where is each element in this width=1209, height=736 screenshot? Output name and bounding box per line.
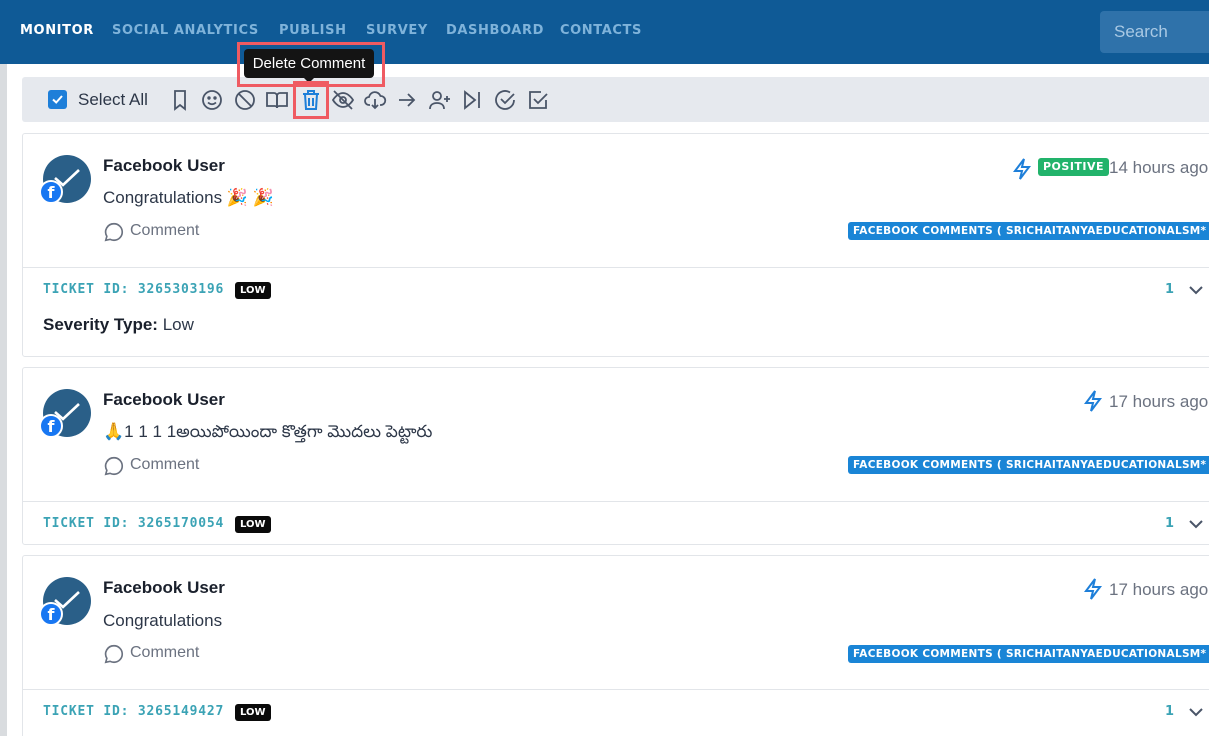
- chevron-down-icon[interactable]: [1186, 514, 1206, 534]
- chevron-down-icon[interactable]: [1186, 280, 1206, 300]
- facebook-icon: f: [39, 414, 63, 438]
- trash-icon-highlight-box: [293, 81, 329, 119]
- card-divider: [23, 689, 1209, 690]
- post-timestamp: 17 hours ago: [1109, 392, 1209, 411]
- sentiment-badge[interactable]: POSITIVE: [1038, 158, 1110, 176]
- lightning-icon[interactable]: [1082, 577, 1104, 601]
- nav-tab-dashboard[interactable]: DASHBOARD: [446, 23, 544, 38]
- smiley-icon[interactable]: [200, 88, 224, 112]
- select-all-label[interactable]: Select All: [78, 90, 148, 110]
- facebook-icon: f: [39, 602, 63, 626]
- comment-label: Comment: [130, 644, 200, 661]
- left-scroll-strip: [0, 64, 7, 736]
- user-plus-icon[interactable]: [428, 88, 452, 112]
- lightning-icon[interactable]: [1082, 389, 1104, 413]
- ticket-id[interactable]: TICKET ID: 3265303196: [43, 282, 224, 297]
- mention-card[interactable]: f Facebook User Congratulations 🎉 🎉 Comm…: [22, 133, 1209, 357]
- bookmark-icon[interactable]: [168, 88, 192, 112]
- card-divider: [23, 501, 1209, 502]
- severity-label: Severity Type:: [43, 315, 158, 334]
- comment-icon: [104, 222, 123, 242]
- post-message: 🙏1 1 1 1అయిపోయిందా కొత్తగా మొదలు పెట్టార…: [103, 422, 433, 441]
- author-name[interactable]: Facebook User: [103, 390, 225, 410]
- ticket-id[interactable]: TICKET ID: 3265149427: [43, 704, 224, 719]
- ticket-count: 1: [1165, 704, 1175, 719]
- mention-card[interactable]: f Facebook User Congratulations Comment …: [22, 555, 1209, 736]
- nav-tab-publish[interactable]: PUBLISH: [279, 23, 347, 38]
- severity-type: Severity Type: Low: [43, 315, 194, 335]
- mention-card[interactable]: f Facebook User 🙏1 1 1 1అయిపోయిందా కొత్త…: [22, 367, 1209, 545]
- source-tag: FACEBOOK COMMENTS ( SRICHAITANYAEDUCATIO…: [848, 222, 1209, 240]
- select-all-checkbox[interactable]: [48, 90, 67, 109]
- author-name[interactable]: Facebook User: [103, 578, 225, 598]
- arrow-right-icon[interactable]: [395, 88, 419, 112]
- post-message: Congratulations 🎉 🎉: [103, 188, 274, 207]
- priority-badge: LOW: [235, 282, 271, 299]
- comment-label: Comment: [130, 222, 200, 239]
- top-navigation-bar: MONITOR SOCIAL ANALYTICS PUBLISH SURVEY …: [0, 0, 1209, 64]
- cloud-download-icon[interactable]: [363, 88, 387, 112]
- author-name[interactable]: Facebook User: [103, 156, 225, 176]
- block-icon[interactable]: [233, 88, 257, 112]
- post-timestamp: 17 hours ago: [1109, 580, 1209, 599]
- post-message: Congratulations: [103, 611, 223, 630]
- check-square-icon[interactable]: [526, 88, 550, 112]
- comment-icon: [104, 456, 123, 476]
- book-open-icon[interactable]: [265, 88, 289, 112]
- nav-tab-survey[interactable]: SURVEY: [366, 23, 428, 38]
- facebook-icon: f: [39, 180, 63, 204]
- comment-button[interactable]: Comment: [103, 455, 223, 477]
- source-tag: FACEBOOK COMMENTS ( SRICHAITANYAEDUCATIO…: [848, 456, 1209, 474]
- card-divider: [23, 267, 1209, 268]
- nav-tab-monitor[interactable]: MONITOR: [20, 23, 94, 38]
- nav-tab-contacts[interactable]: CONTACTS: [560, 23, 642, 38]
- severity-value: Low: [162, 315, 194, 334]
- eye-off-icon[interactable]: [331, 88, 355, 112]
- priority-badge: LOW: [235, 704, 271, 721]
- comment-button[interactable]: Comment: [103, 221, 223, 243]
- comment-label: Comment: [130, 456, 200, 473]
- search-input[interactable]: [1100, 11, 1209, 53]
- check-circle-icon[interactable]: [493, 88, 517, 112]
- delete-comment-tooltip: Delete Comment: [244, 49, 374, 78]
- priority-badge: LOW: [235, 516, 271, 533]
- bulk-action-toolbar: Select All: [22, 77, 1209, 122]
- comment-button[interactable]: Comment: [103, 643, 223, 665]
- chevron-down-icon[interactable]: [1186, 702, 1206, 722]
- skip-forward-icon[interactable]: [460, 88, 484, 112]
- ticket-id[interactable]: TICKET ID: 3265170054: [43, 516, 224, 531]
- comment-icon: [104, 644, 123, 664]
- nav-tab-social-analytics[interactable]: SOCIAL ANALYTICS: [112, 23, 259, 38]
- source-tag: FACEBOOK COMMENTS ( SRICHAITANYAEDUCATIO…: [848, 645, 1209, 663]
- ticket-count: 1: [1165, 516, 1175, 531]
- post-timestamp: 14 hours ago: [1109, 158, 1209, 177]
- ticket-count: 1: [1165, 282, 1175, 297]
- lightning-icon[interactable]: [1011, 157, 1033, 181]
